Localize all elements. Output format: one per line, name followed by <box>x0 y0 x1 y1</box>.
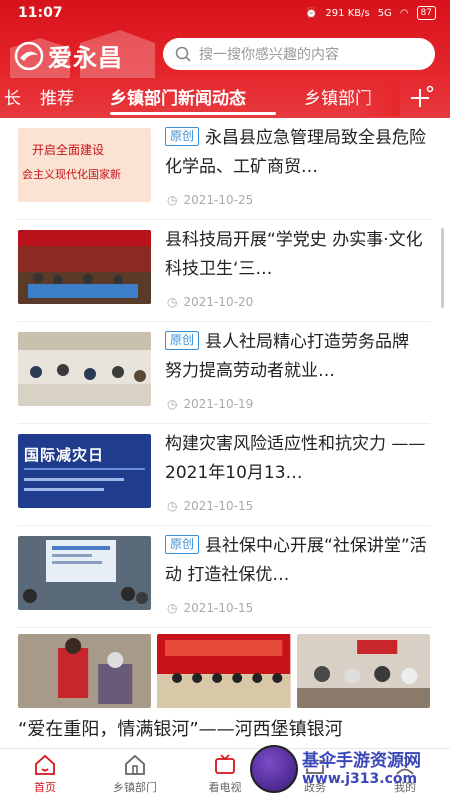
article-thumbnail <box>18 536 151 610</box>
home-icon <box>35 754 55 775</box>
svg-text:开启全面建设: 开启全面建设 <box>32 142 104 157</box>
featured-title[interactable]: “爱在重阳，情满银河”——河西堡镇银河 <box>18 716 438 743</box>
volunteer-photo <box>18 634 152 708</box>
article-title-block: 原创 永昌县应急管理局致全县危险化学品、工矿商贸… <box>165 124 427 182</box>
signal-indicator: 5G <box>377 7 392 19</box>
article-meta: ◷ 2021-10-15 <box>167 601 253 615</box>
article-title: 县科技局开展“学党史 办实事·文化科技卫生‘三… <box>165 230 423 279</box>
article-date: 2021-10-19 <box>183 397 254 411</box>
featured-photo <box>18 634 152 708</box>
article-thumbnail <box>18 230 151 304</box>
event-banner-photo <box>157 634 291 708</box>
article-title: 构建灾害风险适应性和抗灾力 —— 2021年10月13… <box>165 434 426 483</box>
article-date: 2021-10-25 <box>183 193 254 207</box>
article-date: 2021-10-15 <box>183 499 254 513</box>
training-photo <box>18 332 151 406</box>
article-date: 2021-10-20 <box>183 295 254 309</box>
search-placeholder: 搜一搜你感兴趣的内容 <box>199 47 339 63</box>
add-channel-icon[interactable] <box>408 84 434 110</box>
article-meta: ◷ 2021-10-20 <box>167 295 253 309</box>
article-title-block: 构建灾害风险适应性和抗灾力 —— 2021年10月13… <box>165 430 427 488</box>
thumbnail-caption: 国际减灾日 <box>24 446 105 464</box>
article-thumbnail <box>18 332 151 406</box>
wifi-icon: ◠ <box>399 7 409 19</box>
article-thumbnail: 国际减灾日 <box>18 434 151 508</box>
site-watermark: 基伞手游资源网 www.j313.com <box>250 740 446 798</box>
nav-town-dept[interactable]: 乡镇部门 <box>100 753 170 795</box>
article-title-block: 原创 县社保中心开展“社保讲堂”活动 打造社保优… <box>165 532 427 590</box>
clock-icon: ◷ <box>167 397 178 411</box>
featured-photo <box>296 634 430 708</box>
article-item[interactable]: 开启全面建设 会主义现代化国家新 原创 永昌县应急管理局致全县危险化学品、工矿商贸… <box>18 118 430 220</box>
article-item[interactable]: 国际减灾日 构建灾害风险适应性和抗灾力 —— 2021年10月13… ◷ 202… <box>18 424 430 526</box>
nav-home[interactable]: 首页 <box>10 753 80 795</box>
article-title: 县社保中心开展“社保讲堂”活动 打造社保优… <box>165 536 427 585</box>
svg-text:会主义现代化国家新: 会主义现代化国家新 <box>22 167 121 181</box>
active-tab-indicator <box>110 112 276 115</box>
app-name: 爱永昌 <box>48 44 123 72</box>
building-icon <box>125 754 145 775</box>
article-item[interactable]: 原创 县社保中心开展“社保讲堂”活动 打造社保优… ◷ 2021-10-15 <box>18 526 430 628</box>
nav-label: 看电视 <box>208 781 242 794</box>
clock-icon: ◷ <box>167 601 178 615</box>
status-icons: ⏰ 291 KB/s 5G ◠ 87 <box>305 6 436 20</box>
tab-partial-left[interactable]: 长 <box>4 84 21 109</box>
watermark-url: www.j313.com <box>302 771 418 787</box>
watermark-logo-icon <box>250 745 298 793</box>
clock-icon: ◷ <box>167 193 178 207</box>
app-logo-icon <box>14 41 44 70</box>
article-thumbnail: 开启全面建设 会主义现代化国家新 <box>18 128 151 202</box>
search-icon <box>175 46 191 62</box>
app-brand[interactable]: 爱永昌 <box>14 38 123 73</box>
article-title-block: 原创 县人社局精心打造劳务品牌 努力提高劳动者就业… <box>165 328 427 386</box>
tv-icon <box>215 754 235 774</box>
lecture-photo <box>18 536 151 610</box>
app-header: 11:07 ⏰ 291 KB/s 5G ◠ 87 爱永昌 搜一搜你感兴趣的内容 … <box>0 0 450 118</box>
thumbnail-line <box>24 478 124 481</box>
alarm-icon: ⏰ <box>304 7 318 19</box>
article-title: 永昌县应急管理局致全县危险化学品、工矿商贸… <box>165 128 427 177</box>
original-badge: 原创 <box>165 127 200 146</box>
original-badge: 原创 <box>165 331 200 350</box>
search-bar[interactable]: 搜一搜你感兴趣的内容 <box>163 38 435 70</box>
tab-fade <box>360 80 400 116</box>
article-title: 县人社局精心打造劳务品牌 努力提高劳动者就业… <box>165 332 410 381</box>
watermark-text-block: 基伞手游资源网 www.j313.com <box>302 751 421 787</box>
battery-indicator: 87 <box>416 6 436 20</box>
meeting-photo <box>18 230 151 304</box>
original-badge: 原创 <box>165 535 200 554</box>
status-time: 11:07 <box>18 5 63 21</box>
clock-icon: ◷ <box>167 499 178 513</box>
network-speed: 291 KB/s <box>325 7 370 19</box>
article-meta: ◷ 2021-10-25 <box>167 193 253 207</box>
article-item[interactable]: 县科技局开展“学党史 办实事·文化科技卫生‘三… ◷ 2021-10-20 <box>18 220 430 322</box>
thumbnail-line <box>24 488 104 491</box>
tab-recommend[interactable]: 推荐 <box>40 84 74 109</box>
article-item[interactable]: 原创 县人社局精心打造劳务品牌 努力提高劳动者就业… ◷ 2021-10-19 <box>18 322 430 424</box>
tab-town-news[interactable]: 乡镇部门新闻动态 <box>110 84 246 109</box>
elders-photo <box>296 634 430 708</box>
nav-label: 首页 <box>34 781 56 794</box>
status-bar: 11:07 ⏰ 291 KB/s 5G ◠ 87 <box>0 0 450 28</box>
slogan-banner-image: 开启全面建设 会主义现代化国家新 <box>18 128 151 202</box>
featured-photos[interactable] <box>18 634 430 708</box>
featured-photo <box>157 634 291 708</box>
scrollbar[interactable] <box>441 228 444 308</box>
nav-label: 乡镇部门 <box>113 781 157 794</box>
clock-icon: ◷ <box>167 295 178 309</box>
article-date: 2021-10-15 <box>183 601 254 615</box>
article-meta: ◷ 2021-10-15 <box>167 499 253 513</box>
watermark-text: 基伞手游资源网 <box>302 751 421 771</box>
article-meta: ◷ 2021-10-19 <box>167 397 253 411</box>
article-title-block: 县科技局开展“学党史 办实事·文化科技卫生‘三… <box>165 226 427 284</box>
thumbnail-rule <box>24 468 145 470</box>
